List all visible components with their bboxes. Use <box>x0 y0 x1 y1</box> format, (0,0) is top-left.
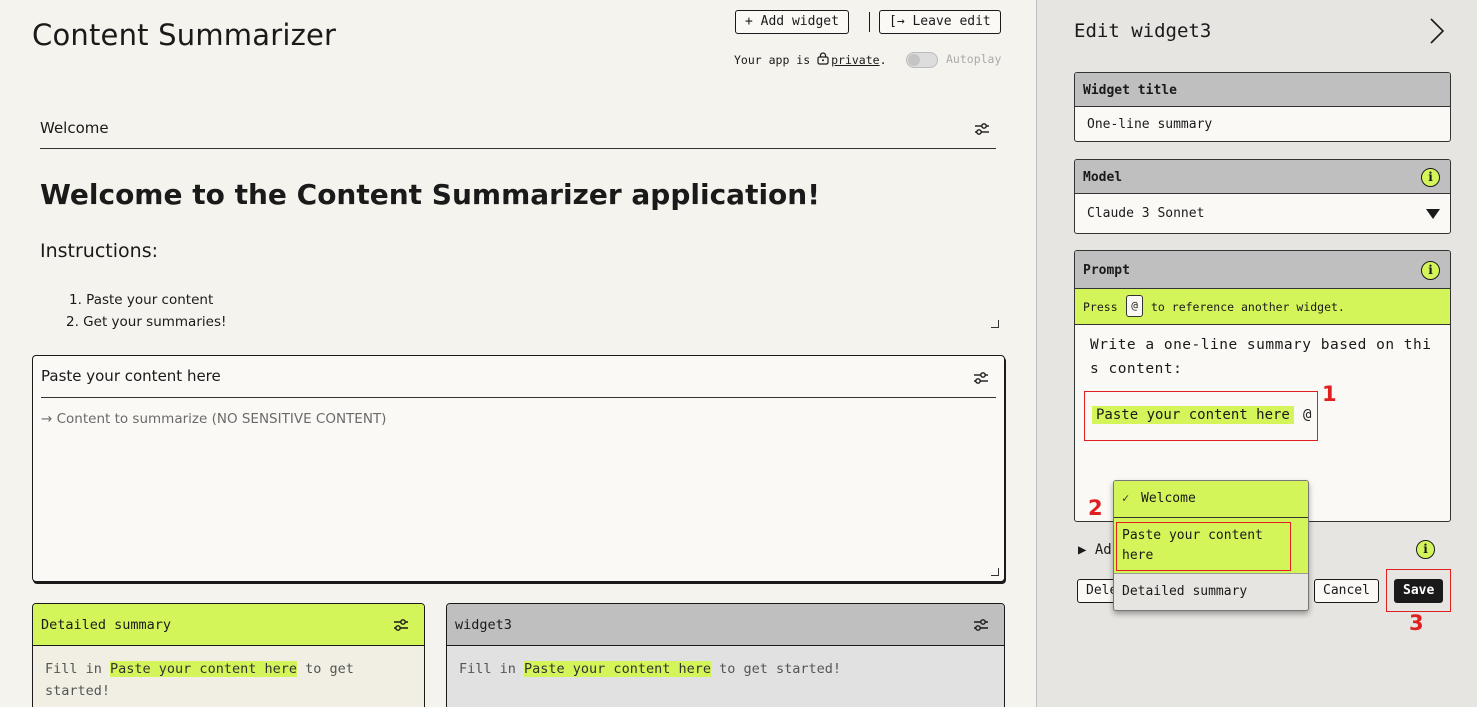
privacy-suffix: . <box>879 53 887 67</box>
field-header: Model <box>1075 160 1450 194</box>
instructions-list: 1. Paste your content 2. Get your summar… <box>66 289 226 333</box>
privacy-link[interactable]: private <box>831 53 879 67</box>
settings-sliders-icon[interactable] <box>973 618 989 632</box>
settings-sliders-icon[interactable] <box>974 121 990 135</box>
delete-button[interactable]: Delete <box>1077 579 1117 603</box>
detailed-summary-widget: Detailed summary Fill in Paste your cont… <box>32 603 425 707</box>
toggle-knob <box>908 54 920 66</box>
card-header: Detailed summary <box>33 604 424 646</box>
app-title: Content Summarizer <box>32 18 337 52</box>
panel-title: Edit widget3 <box>1074 20 1212 42</box>
chevron-right-icon[interactable] <box>1427 17 1447 45</box>
menu-item-welcome[interactable]: ✓ Welcome <box>1114 481 1308 518</box>
info-icon[interactable] <box>1421 168 1440 187</box>
annotation-number: 1 <box>1322 382 1337 406</box>
field-value: Claude 3 Sonnet <box>1087 206 1205 221</box>
annotation-number: 2 <box>1088 496 1103 520</box>
resize-handle[interactable] <box>991 320 999 328</box>
info-icon[interactable] <box>1421 261 1440 280</box>
settings-sliders-icon[interactable] <box>393 618 409 632</box>
paste-widget-divider <box>41 397 996 398</box>
card-header: widget3 <box>447 604 1004 646</box>
advanced-toggle[interactable]: ▶ Ad <box>1078 542 1114 558</box>
list-item: 1. Paste your content <box>69 292 214 308</box>
cancel-button[interactable]: Cancel <box>1314 579 1379 603</box>
model-field: Model Claude 3 Sonnet <box>1074 159 1451 234</box>
field-header: Widget title <box>1075 73 1450 107</box>
settings-sliders-icon[interactable] <box>973 370 989 384</box>
widget-title-input[interactable]: One-line summary <box>1075 107 1450 141</box>
lock-icon <box>817 52 829 65</box>
annotation-box-1: Paste your content here @ <box>1084 391 1318 441</box>
menu-item-label: Welcome <box>1141 491 1196 506</box>
hint-prefix: Press <box>1083 300 1118 314</box>
widget-reference-menu: ✓ Welcome Paste your content here Detail… <box>1113 480 1309 611</box>
toolbar-divider <box>869 12 870 32</box>
triangle-right-icon: ▶ <box>1078 542 1087 558</box>
field-header: Prompt <box>1075 251 1450 289</box>
autoplay-toggle[interactable] <box>906 52 938 68</box>
privacy-prefix: Your app is <box>734 53 818 67</box>
welcome-widget-title: Welcome <box>40 119 109 137</box>
widget-title-field: Widget title One-line summary <box>1074 72 1451 142</box>
menu-item-detailed-summary[interactable]: Detailed summary <box>1114 574 1308 610</box>
menu-item-paste-content[interactable]: Paste your content here <box>1114 518 1308 574</box>
leave-edit-button[interactable]: [→ Leave edit <box>879 10 1001 34</box>
main-canvas: Content Summarizer + Add widget [→ Leave… <box>0 0 1036 707</box>
prompt-textarea[interactable]: Write a one-line summary based on this c… <box>1090 333 1440 381</box>
menu-item-label: Detailed summary <box>1122 584 1248 599</box>
menu-item-label: Paste your content here <box>1122 528 1263 563</box>
welcome-heading: Welcome to the Content Summarizer applic… <box>40 178 820 211</box>
autoplay-label: Autoplay <box>946 52 1002 66</box>
widget-reference-chip: Paste your content here <box>1092 406 1294 424</box>
instructions-heading: Instructions: <box>40 240 158 262</box>
model-select[interactable]: Claude 3 Sonnet <box>1075 194 1450 233</box>
list-item: 2. Get your summaries! <box>66 314 227 330</box>
widget-reference-chip: Paste your content here <box>110 661 297 677</box>
hint-suffix: to reference another widget. <box>1151 300 1345 314</box>
welcome-divider <box>40 148 996 149</box>
field-value: One-line summary <box>1087 117 1213 132</box>
prompt-hint-bar: Press @ to reference another widget. <box>1075 289 1450 325</box>
paste-widget-title: Paste your content here <box>41 367 221 385</box>
field-label: Widget title <box>1083 83 1177 98</box>
advanced-label: Ad <box>1094 542 1112 558</box>
card-body-prefix: Fill in <box>459 661 525 677</box>
card-body-prefix: Fill in <box>45 661 111 677</box>
widget3-widget: widget3 Fill in Paste your content here … <box>446 603 1005 707</box>
paste-content-widget: Paste your content here → Content to sum… <box>32 355 1005 582</box>
card-title: widget3 <box>455 617 512 633</box>
field-label: Model <box>1083 170 1123 185</box>
privacy-status: Your app is private. <box>734 52 887 67</box>
add-widget-button[interactable]: + Add widget <box>735 10 849 34</box>
card-body: Fill in Paste your content here to get s… <box>33 646 424 707</box>
annotation-box-3 <box>1386 569 1451 612</box>
annotation-number: 3 <box>1409 611 1424 635</box>
content-textarea[interactable]: → Content to summarize (NO SENSITIVE CON… <box>41 411 386 427</box>
card-title: Detailed summary <box>41 617 172 633</box>
card-body-suffix: to get started! <box>710 661 842 677</box>
field-label: Prompt <box>1083 263 1130 278</box>
text-cursor: @ <box>1303 407 1312 423</box>
widget-reference-chip: Paste your content here <box>524 661 711 677</box>
check-icon: ✓ <box>1122 491 1130 505</box>
dropdown-arrow-icon <box>1426 209 1440 219</box>
resize-handle[interactable] <box>991 568 999 576</box>
card-body: Fill in Paste your content here to get s… <box>447 646 1004 707</box>
at-key-badge: @ <box>1126 295 1143 317</box>
info-icon[interactable] <box>1416 540 1435 559</box>
